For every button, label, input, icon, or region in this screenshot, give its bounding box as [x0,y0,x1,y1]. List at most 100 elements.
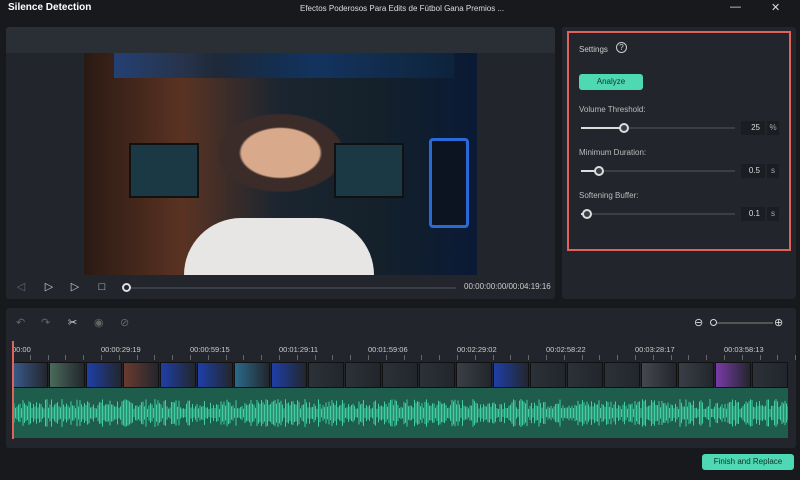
clip-thumbnail[interactable] [160,362,196,388]
ruler-label: 00:02:29:02 [457,345,497,354]
clip-thumbnail[interactable] [12,362,48,388]
undo-icon[interactable]: ↶ [16,316,25,329]
eye-off-icon[interactable]: ⊘ [120,316,129,329]
settings-box: Settings ? Analyze Volume Threshold: 25 … [567,31,791,251]
clip-thumbnail[interactable] [271,362,307,388]
ruler-tick [617,355,619,360]
ruler-tick [528,355,530,360]
ruler-tick [403,355,405,360]
eye-icon[interactable]: ◉ [94,316,104,329]
ruler-tick [118,355,120,360]
ruler-tick [207,355,209,360]
play-selection-icon[interactable]: ▷ [42,280,56,294]
scrub-bar[interactable] [126,287,456,289]
zoom-in-icon[interactable]: ⊕ [774,316,783,329]
minimize-button[interactable]: — [730,1,741,13]
ruler-tick [385,355,387,360]
clip-thumbnail[interactable] [604,362,640,388]
ruler-tick [706,355,708,360]
settings-label: Settings [579,45,608,54]
ruler-tick [243,355,245,360]
ruler-label: 00:00:59:15 [190,345,230,354]
slider-track[interactable] [581,166,735,176]
clip-thumbnail[interactable] [308,362,344,388]
close-button[interactable]: ✕ [771,1,780,14]
clip-thumbnail[interactable] [197,362,233,388]
stop-icon[interactable]: □ [95,280,109,294]
ruler-tick [261,355,263,360]
ruler-tick [652,355,654,360]
document-title: Efectos Poderosos Para Edits de Fútbol G… [300,4,505,13]
clip-thumbnail[interactable] [715,362,751,388]
slider-handle[interactable] [594,166,605,176]
ruler-tick [510,355,512,360]
clip-thumbnail[interactable] [123,362,159,388]
ruler-tick [474,355,476,360]
slider-value-input[interactable]: 0.1 [741,207,765,221]
slider-unit: % [767,121,779,135]
slider-track[interactable] [581,209,735,219]
app-title: Silence Detection [8,2,92,13]
ruler-tick [581,355,583,360]
ruler-label: 00:00:29:19 [101,345,141,354]
scrub-handle[interactable] [122,283,131,292]
finish-and-replace-button[interactable]: Finish and Replace [702,454,794,470]
clip-thumbnail[interactable] [419,362,455,388]
clip-thumbnail[interactable] [530,362,566,388]
video-person [184,218,374,275]
slider-handle[interactable] [619,123,630,133]
slider-handle[interactable] [582,209,593,219]
clip-thumbnail[interactable] [678,362,714,388]
slider-value-input[interactable]: 0.5 [741,164,765,178]
clip-thumbnail[interactable] [234,362,270,388]
clip-thumbnail[interactable] [86,362,122,388]
ruler-tick [777,355,779,360]
ruler-tick [29,355,31,360]
slider-unit: s [767,164,779,178]
ruler-tick [599,355,601,360]
slider-unit: s [767,207,779,221]
clip-thumbnail[interactable] [382,362,418,388]
video-monitor-right [334,143,404,198]
video-pc-case [429,138,469,228]
clip-thumbnail[interactable] [493,362,529,388]
ruler-label: 00:03:28:17 [635,345,675,354]
video-track[interactable] [12,362,788,388]
cut-icon[interactable]: ✂ [68,316,77,329]
ruler-tick [439,355,441,360]
clip-thumbnail[interactable] [641,362,677,388]
slider-label: Volume Threshold: [579,105,646,114]
video-monitor-left [129,143,199,198]
timecode: 00:00:00:00/00:04:19:16 [464,282,551,291]
clip-thumbnail[interactable] [752,362,788,388]
clip-thumbnail[interactable] [567,362,603,388]
play-icon[interactable]: ▷ [68,280,82,294]
prev-frame-icon[interactable]: ◁ [14,280,28,294]
clip-thumbnail[interactable] [456,362,492,388]
ruler-label: 00:02:58:22 [546,345,586,354]
ruler-tick [688,355,690,360]
zoom-slider[interactable] [717,322,773,324]
audio-waveform[interactable] [12,388,788,438]
slider-value-input[interactable]: 25 [741,121,765,135]
slider-fill [581,127,625,129]
timeline-ruler[interactable]: 00:00 00:00:29:19 00:00:59:15 00:01:29:11 00… [12,343,797,360]
ruler-label: 00:01:29:11 [279,345,319,354]
playhead[interactable] [12,341,14,439]
ruler-tick [350,355,352,360]
help-icon[interactable]: ? [616,42,627,53]
zoom-slider-handle[interactable] [710,319,717,326]
clip-thumbnail[interactable] [345,362,381,388]
ruler-tick [332,355,334,360]
ruler-tick [136,355,138,360]
slider-track[interactable] [581,123,735,133]
clip-thumbnail[interactable] [49,362,85,388]
ruler-tick [635,355,636,360]
ruler-tick [172,355,174,360]
ruler-tick [296,355,298,360]
redo-icon[interactable]: ↷ [41,316,50,329]
zoom-out-icon[interactable]: ⊖ [694,316,703,329]
ruler-tick [457,355,458,360]
analyze-button[interactable]: Analyze [579,74,643,90]
ruler-tick [65,355,67,360]
